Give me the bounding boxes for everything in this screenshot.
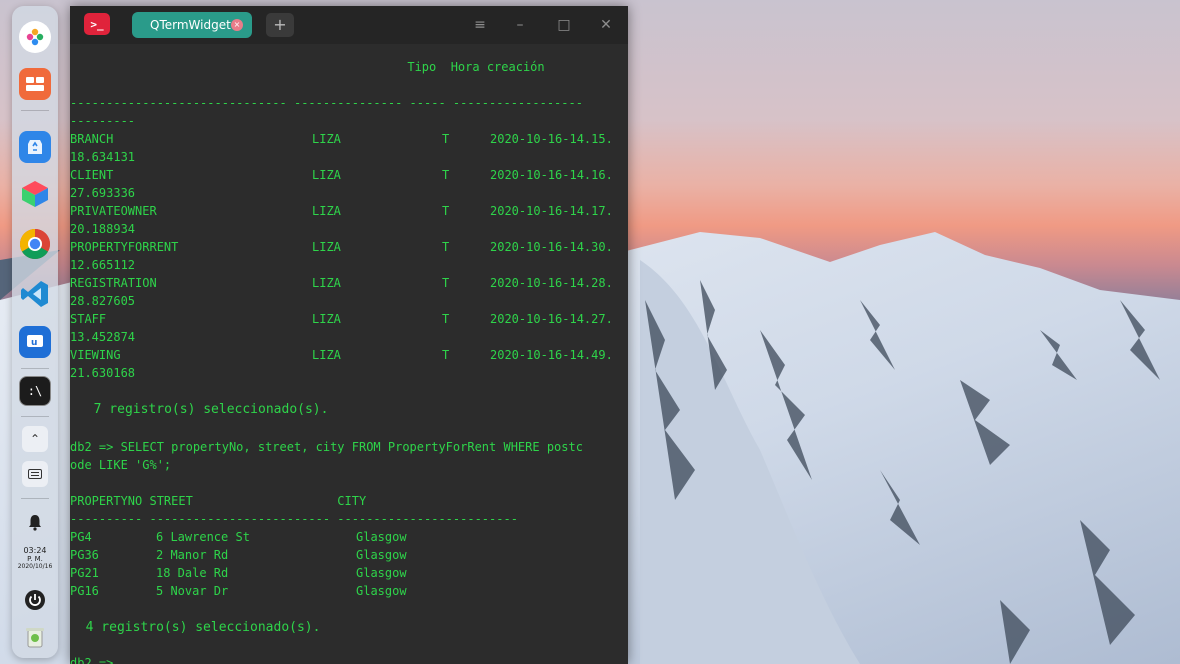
cube-app-icon[interactable] <box>19 178 51 210</box>
table-created: 2020-10-16-14.30. <box>490 240 613 254</box>
terminal-window[interactable]: >_ QTermWidget × + ≡ – □ ✕ Tipo Hora cre… <box>70 6 628 664</box>
clock-date: 2020/10/16 <box>17 563 53 570</box>
trash-icon[interactable] <box>19 621 51 653</box>
table-created: 2020-10-16-14.15. <box>490 132 613 146</box>
table-schema: LIZA <box>312 348 341 362</box>
table-schema: LIZA <box>312 204 341 218</box>
table-created-cont: 20.188934 <box>70 222 136 236</box>
vscode-icon[interactable] <box>19 278 51 310</box>
dock: u :\ ⌃ 03:24 P. M. 2020/10/16 <box>12 6 58 658</box>
result-dash-line: ---------- ------------------------- ---… <box>70 512 518 526</box>
chevron-up-icon[interactable]: ⌃ <box>22 426 48 452</box>
result-street: 2 Manor Rd <box>156 548 229 562</box>
table-created-cont: 28.827605 <box>70 294 136 308</box>
sql-query-line-1: db2 => SELECT propertyNo, street, city F… <box>70 440 583 454</box>
result-street: 18 Dale Rd <box>156 566 229 580</box>
result-property-no: PG4 <box>70 530 92 544</box>
table-name: CLIENT <box>70 168 114 182</box>
result-street: 5 Novar Dr <box>156 584 229 598</box>
table-created-cont: 21.630168 <box>70 366 136 380</box>
table-type: T <box>442 240 450 254</box>
tab-qtermwidget[interactable]: QTermWidget × <box>132 12 252 38</box>
table-created-cont: 27.693336 <box>70 186 136 200</box>
selected-count-1: 7 registro(s) seleccionado(s). <box>78 402 329 417</box>
menu-icon[interactable]: ≡ <box>470 15 490 35</box>
chrome-icon[interactable] <box>19 228 51 260</box>
table-name: STAFF <box>70 312 107 326</box>
power-icon[interactable] <box>19 584 51 616</box>
table-created: 2020-10-16-14.27. <box>490 312 613 326</box>
result-property-no: PG21 <box>70 566 99 580</box>
table-created-cont: 13.452874 <box>70 330 136 344</box>
selected-count-2: 4 registro(s) seleccionado(s). <box>70 620 321 635</box>
clock-ampm: P. M. <box>27 555 43 563</box>
multitask-view-icon[interactable] <box>19 68 51 100</box>
table-type: T <box>442 168 450 182</box>
terminal-icon[interactable]: :\ <box>19 376 51 406</box>
table-name: VIEWING <box>70 348 121 362</box>
title-bar[interactable]: >_ QTermWidget × + ≡ – □ ✕ <box>70 6 628 44</box>
tab-title: QTermWidget <box>150 18 231 32</box>
result-city: Glasgow <box>356 548 407 562</box>
table-created: 2020-10-16-14.17. <box>490 204 613 218</box>
terminal-app-icon: >_ <box>84 13 110 35</box>
table-type: T <box>442 204 450 218</box>
output-dash-line: ------------------------------ ---------… <box>70 96 583 110</box>
result-property-no: PG16 <box>70 584 99 598</box>
table-type: T <box>442 312 450 326</box>
sql-query-line-2: ode LIKE 'G%'; <box>70 458 172 472</box>
app-store-icon[interactable] <box>19 131 51 163</box>
table-schema: LIZA <box>312 240 341 254</box>
close-button[interactable]: ✕ <box>596 15 616 35</box>
minimize-button[interactable]: – <box>510 15 530 35</box>
table-schema: LIZA <box>312 132 341 146</box>
command-prompt[interactable]: db2 => <box>70 654 113 664</box>
terminal-output[interactable]: Tipo Hora creación ---------------------… <box>70 44 628 664</box>
chat-app-icon[interactable]: u <box>19 326 51 358</box>
table-created-cont: 18.634131 <box>70 150 136 164</box>
table-schema: LIZA <box>312 276 341 290</box>
table-created: 2020-10-16-14.16. <box>490 168 613 182</box>
table-type: T <box>442 132 450 146</box>
table-created: 2020-10-16-14.28. <box>490 276 613 290</box>
maximize-button[interactable]: □ <box>554 15 574 35</box>
svg-text:u: u <box>31 338 37 348</box>
table-schema: LIZA <box>312 168 341 182</box>
result-street: 6 Lawrence St <box>156 530 250 544</box>
table-type: T <box>442 276 450 290</box>
result-city: Glasgow <box>356 566 407 580</box>
table-name: BRANCH <box>70 132 114 146</box>
table-name: PROPERTYFORRENT <box>70 240 179 254</box>
table-created-cont: 12.665112 <box>70 258 136 272</box>
result-header: PROPERTYNO STREET CITY <box>70 494 367 508</box>
table-schema: LIZA <box>312 312 341 326</box>
notification-bell-icon[interactable] <box>19 506 51 538</box>
table-created: 2020-10-16-14.49. <box>490 348 613 362</box>
result-city: Glasgow <box>356 584 407 598</box>
clock-time: 03:24 <box>23 546 47 555</box>
output-header: Tipo Hora creación <box>407 60 545 74</box>
launcher-icon[interactable] <box>19 21 51 53</box>
keyboard-icon[interactable] <box>22 461 48 487</box>
result-city: Glasgow <box>356 530 407 544</box>
table-name: REGISTRATION <box>70 276 157 290</box>
table-name: PRIVATEOWNER <box>70 204 157 218</box>
add-tab-button[interactable]: + <box>266 13 294 37</box>
table-type: T <box>442 348 450 362</box>
tab-close-icon[interactable]: × <box>231 19 243 31</box>
dock-clock[interactable]: 03:24 P. M. 2020/10/16 <box>12 547 58 571</box>
result-property-no: PG36 <box>70 548 99 562</box>
output-dash-line-wrap: --------- <box>70 114 136 128</box>
